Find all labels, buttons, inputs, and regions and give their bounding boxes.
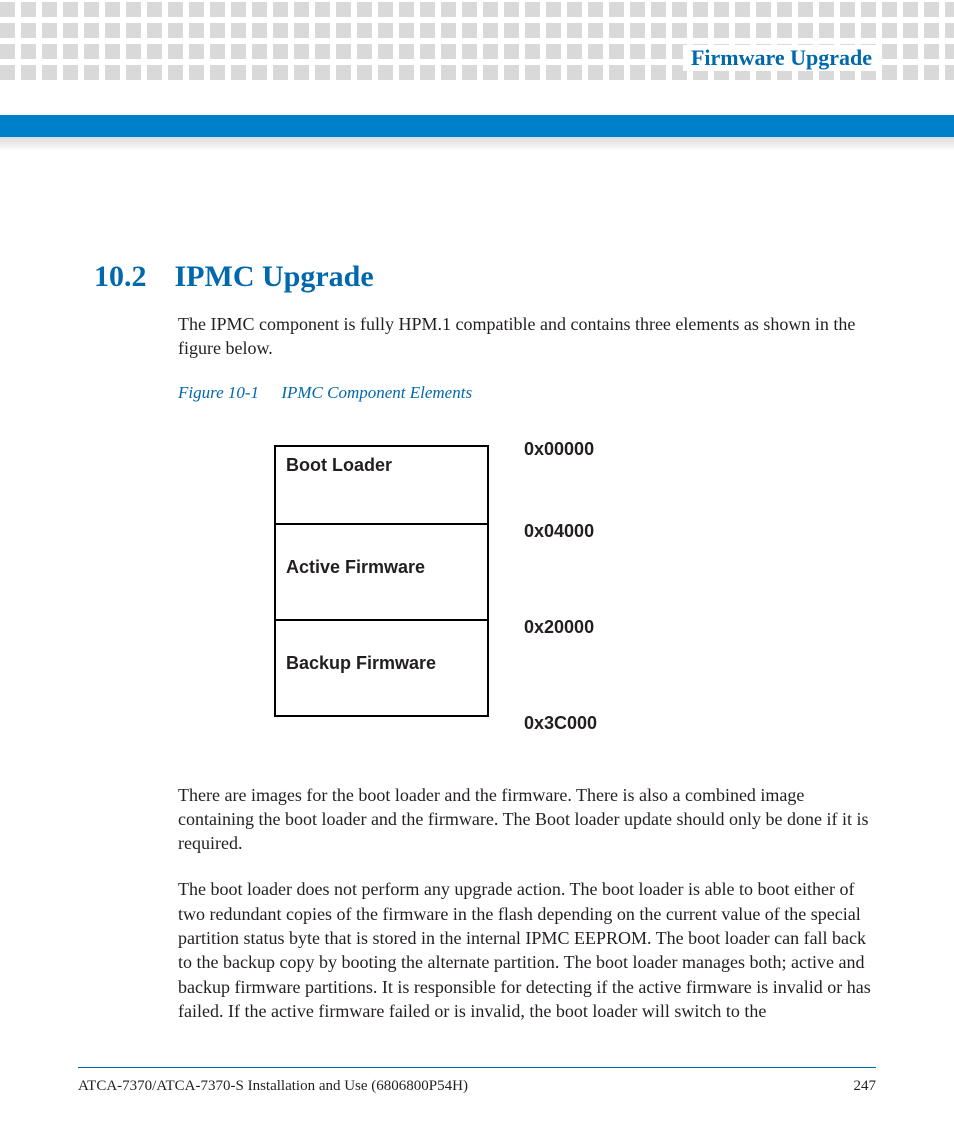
addr-2: 0x20000 — [524, 617, 594, 638]
footer-doc-title: ATCA-7370/ATCA-7370-S Installation and U… — [78, 1078, 468, 1095]
addr-3: 0x3C000 — [524, 713, 597, 734]
section-title: IPMC Upgrade — [175, 260, 374, 294]
footer-divider — [78, 1067, 876, 1068]
body-paragraph-1: There are images for the boot loader and… — [178, 783, 876, 856]
header-gray-strip — [0, 137, 954, 151]
chapter-title: Firmware Upgrade — [683, 45, 876, 71]
addr-0: 0x00000 — [524, 439, 594, 460]
page-footer: ATCA-7370/ATCA-7370-S Installation and U… — [78, 1067, 876, 1095]
footer-page-number: 247 — [854, 1078, 877, 1095]
addr-1: 0x04000 — [524, 521, 594, 542]
page-content: 10.2 IPMC Upgrade The IPMC component is … — [94, 260, 876, 1045]
section-heading: 10.2 IPMC Upgrade — [94, 260, 876, 294]
figure-caption: Figure 10-1 IPMC Component Elements — [178, 383, 876, 403]
header-blue-bar — [0, 115, 954, 137]
figure-title: IPMC Component Elements — [281, 383, 472, 402]
body-paragraph-2: The boot loader does not perform any upg… — [178, 877, 876, 1023]
intro-paragraph: The IPMC component is fully HPM.1 compat… — [178, 312, 876, 361]
figure-number: Figure 10-1 — [178, 383, 259, 402]
section-number: 10.2 — [94, 260, 147, 294]
active-firmware-block: Active Firmware — [274, 525, 489, 621]
page-header: Firmware Upgrade — [0, 0, 954, 100]
bootloader-block: Boot Loader — [274, 445, 489, 525]
backup-firmware-block: Backup Firmware — [274, 621, 489, 717]
memory-map-diagram: Boot Loader Active Firmware Backup Firmw… — [274, 433, 876, 743]
